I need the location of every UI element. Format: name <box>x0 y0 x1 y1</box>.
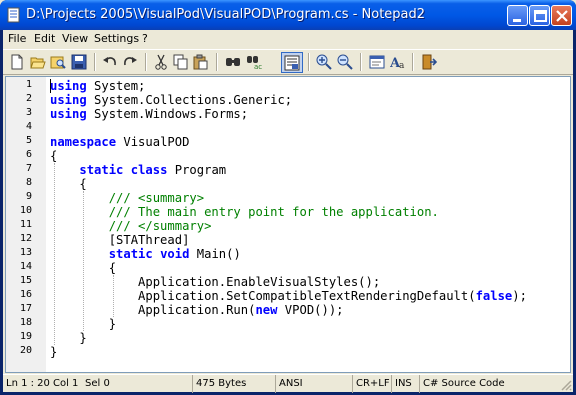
line-number: 6 <box>25 149 32 160</box>
line-number: 3 <box>25 107 32 118</box>
line-number: 9 <box>25 191 32 202</box>
window-title: D:\Projects 2005\VisualPod\VisualPOD\Pro… <box>26 7 426 22</box>
code-line: { <box>50 149 58 163</box>
code-line: } <box>50 345 58 359</box>
code-editor[interactable]: 1 2 3 4 5 6 7 8 9 10 11 12 13 14 15 16 17 18 19 20 using Sy… <box>5 76 571 373</box>
window-frame: File Edit View Settings ? ac A a 1 2 3 4… <box>3 30 573 393</box>
line-number: 1 <box>25 79 32 90</box>
line-number: 13 <box>19 247 32 258</box>
toolbar-separator <box>216 53 218 71</box>
line-number: 18 <box>19 317 32 328</box>
status-scheme[interactable]: C# Source Code <box>419 375 559 393</box>
svg-text:ac: ac <box>254 63 262 70</box>
line-number: 5 <box>25 135 32 146</box>
code-line: { <box>50 177 87 191</box>
line-number: 19 <box>19 331 32 342</box>
code-line: static class Program <box>79 163 227 177</box>
close-icon <box>556 10 568 22</box>
word-wrap-icon <box>284 55 300 71</box>
line-number: 10 <box>19 205 32 216</box>
code-line: Application.EnableVisualStyles(); <box>50 275 381 289</box>
new-file-icon[interactable] <box>9 54 25 70</box>
status-encoding[interactable]: ANSI <box>275 375 352 393</box>
redo-icon[interactable] <box>122 54 138 70</box>
menu-edit[interactable]: Edit <box>31 32 58 45</box>
line-number: 14 <box>19 261 32 272</box>
status-file-size: 475 Bytes <box>192 375 275 393</box>
notepad2-window: D:\Projects 2005\VisualPod\VisualPOD\Pro… <box>0 0 576 395</box>
code-line: } <box>50 331 87 345</box>
status-insert-mode[interactable]: INS <box>391 375 419 393</box>
indent-guide <box>113 275 114 317</box>
code-area[interactable]: using System; using System.Collections.Ge… <box>50 77 570 372</box>
code-line: /// </summary> <box>50 219 212 233</box>
menu-file[interactable]: File <box>5 32 29 45</box>
toolbar-separator <box>145 53 147 71</box>
cut-icon[interactable] <box>153 54 169 70</box>
code-line: using System.Windows.Forms; <box>50 107 249 121</box>
indent-guide <box>83 191 84 331</box>
browse-icon[interactable] <box>50 54 66 70</box>
exit-icon[interactable] <box>421 54 438 70</box>
toolbar: ac Aa <box>3 49 573 75</box>
zoom-out-icon[interactable] <box>337 54 353 70</box>
status-bar: Ln 1 : 20 Col 1 Sel 0 475 Bytes ANSI CR+… <box>3 374 573 393</box>
close-button[interactable] <box>551 5 572 26</box>
code-line: using System; <box>50 79 146 93</box>
code-line: Application.Run(new VPOD()); <box>50 303 344 317</box>
zoom-in-icon[interactable] <box>316 54 332 70</box>
code-line: namespace VisualPOD <box>50 135 190 149</box>
svg-text:a: a <box>399 61 405 70</box>
minimize-icon <box>513 19 521 22</box>
maximize-button[interactable] <box>529 5 550 26</box>
save-icon[interactable] <box>71 54 87 70</box>
code-line: static void Main() <box>108 247 241 261</box>
toolbar-separator <box>360 53 362 71</box>
maximize-icon <box>534 10 547 22</box>
code-line: [STAThread] <box>50 233 190 247</box>
status-column: Col 1 <box>53 378 79 389</box>
status-line-endings[interactable]: CR+LF <box>352 375 391 393</box>
menu-bar: File Edit View Settings ? <box>3 30 573 49</box>
line-number: 7 <box>25 163 32 174</box>
toolbar-separator <box>94 53 96 71</box>
line-number: 11 <box>19 219 32 230</box>
code-line: /// <summary> <box>50 191 205 205</box>
minimize-button[interactable] <box>507 5 528 26</box>
menu-settings[interactable]: Settings <box>91 32 142 45</box>
undo-icon[interactable] <box>102 54 118 70</box>
toolbar-separator <box>308 53 310 71</box>
code-line: using System.Collections.Generic; <box>50 93 293 107</box>
line-number: 16 <box>19 289 32 300</box>
toolbar-separator <box>412 53 414 71</box>
code-line: /// The main entry point for the applica… <box>50 205 439 219</box>
notepad2-app-icon[interactable] <box>6 7 22 23</box>
line-number: 20 <box>19 345 32 356</box>
line-number: 12 <box>19 233 32 244</box>
line-number: 15 <box>19 275 32 286</box>
text-caret <box>50 79 51 93</box>
menu-view[interactable]: View <box>59 32 91 45</box>
menu-help[interactable]: ? <box>139 32 151 45</box>
open-folder-icon[interactable] <box>30 54 46 70</box>
line-number: 8 <box>25 177 32 188</box>
paste-icon[interactable] <box>193 54 209 70</box>
title-bar[interactable]: D:\Projects 2005\VisualPod\VisualPOD\Pro… <box>0 0 576 30</box>
line-number-gutter: 1 2 3 4 5 6 7 8 9 10 11 12 13 14 15 16 17 18 19 20 <box>6 77 46 372</box>
font-icon[interactable]: Aa <box>389 54 406 71</box>
line-number: 4 <box>25 121 32 132</box>
word-wrap-button[interactable] <box>281 52 303 73</box>
copy-icon[interactable] <box>173 54 189 70</box>
resize-grip-icon[interactable] <box>560 379 572 391</box>
line-number: 17 <box>19 303 32 314</box>
indent-guide <box>54 163 55 345</box>
code-line: Application.SetCompatibleTextRenderingDe… <box>50 289 527 303</box>
replace-icon[interactable]: ac <box>246 54 262 71</box>
find-icon[interactable] <box>225 54 241 70</box>
scheme-icon[interactable] <box>369 54 385 70</box>
status-selection: Sel 0 <box>85 378 110 389</box>
line-number: 2 <box>25 93 32 104</box>
